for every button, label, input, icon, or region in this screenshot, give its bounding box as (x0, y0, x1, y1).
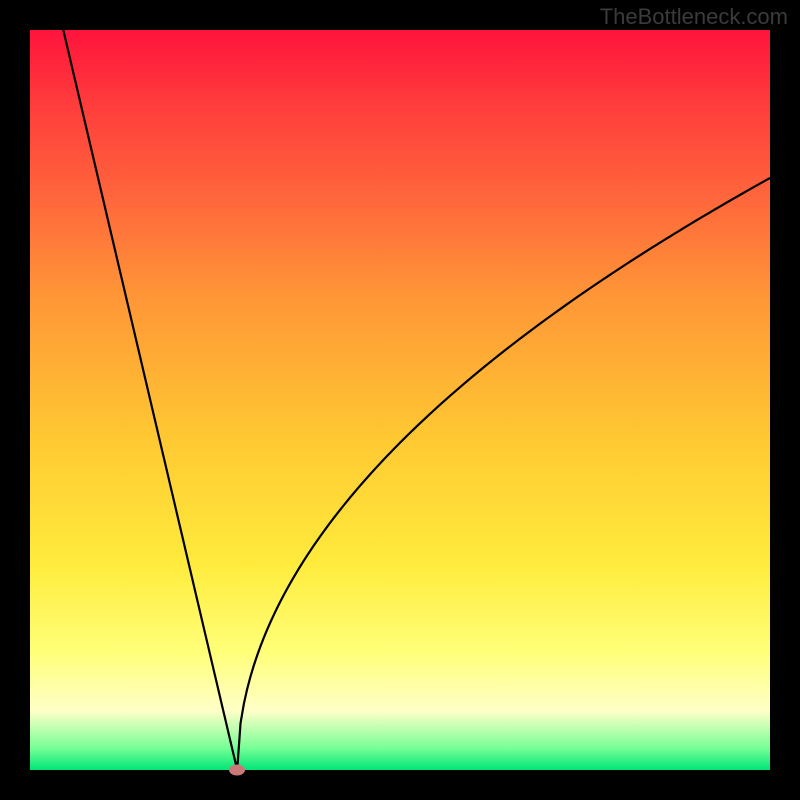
chart-container: TheBottleneck.com (0, 0, 800, 800)
curve-svg (30, 30, 770, 770)
plot-area (30, 30, 770, 770)
minimum-marker (229, 765, 245, 776)
watermark-text: TheBottleneck.com (600, 4, 788, 30)
bottleneck-curve (63, 30, 770, 770)
